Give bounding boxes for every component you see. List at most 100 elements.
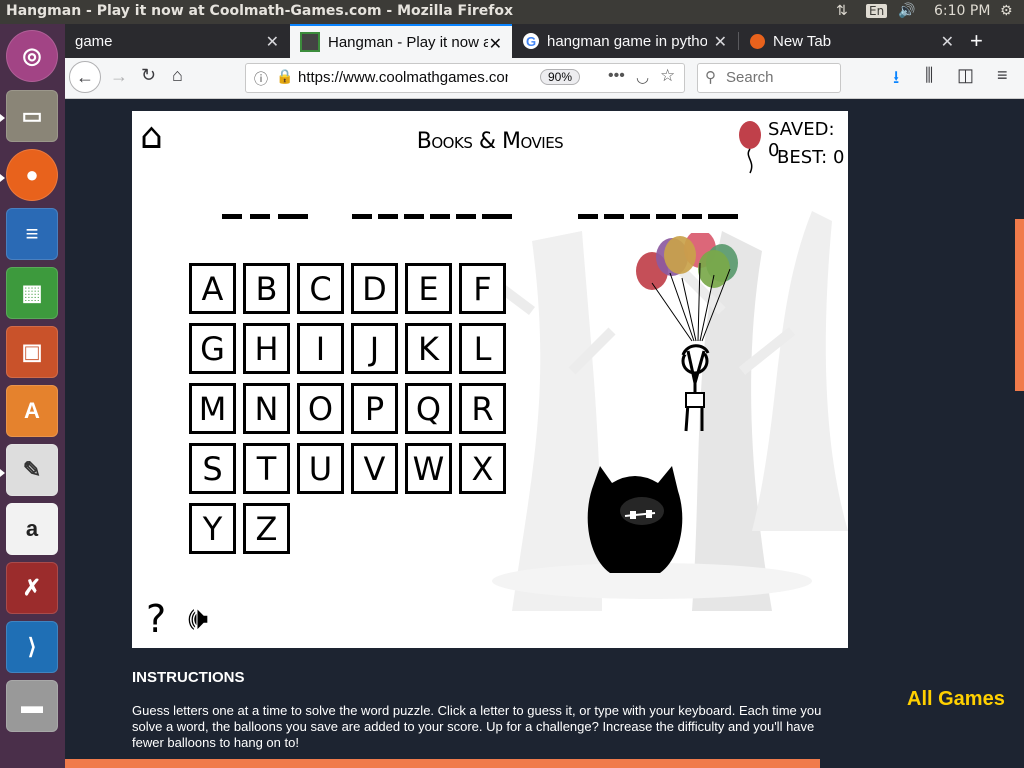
lock-icon[interactable]: 🔒 — [276, 68, 293, 85]
vscode-icon[interactable]: ⟩ — [6, 621, 58, 673]
letter-blank — [250, 214, 270, 219]
letter-key-w[interactable]: W — [405, 443, 452, 494]
letter-key-g[interactable]: G — [189, 323, 236, 374]
firefox-icon[interactable]: ● — [6, 149, 58, 201]
page-actions-icon[interactable]: ••• — [608, 67, 625, 85]
running-indicator — [0, 174, 5, 182]
letter-key-b[interactable]: B — [243, 263, 290, 314]
letter-blank — [404, 214, 424, 219]
home-icon[interactable]: ⌂ — [172, 65, 183, 86]
letter-key-o[interactable]: O — [297, 383, 344, 434]
close-tab-icon[interactable]: ✕ — [266, 32, 279, 52]
tab-label: hangman game in python — [547, 32, 707, 50]
letter-key-h[interactable]: H — [243, 323, 290, 374]
letter-key-m[interactable]: M — [189, 383, 236, 434]
balloon — [664, 236, 696, 274]
power-gear-icon[interactable]: ⚙ — [1000, 3, 1013, 19]
keyboard-layout[interactable]: En — [866, 3, 888, 19]
sound-speaker-icon[interactable]: 🕪 — [188, 599, 208, 638]
letter-blank — [578, 214, 598, 219]
running-indicator — [0, 469, 5, 477]
ubuntu-dash-icon[interactable]: ◎ — [6, 30, 58, 82]
coolmath-favicon-icon — [300, 32, 320, 52]
network-icon[interactable]: ⇅ — [836, 3, 848, 19]
search-placeholder: Search — [726, 69, 774, 86]
reload-icon[interactable]: ↻ — [141, 65, 156, 86]
letter-key-q[interactable]: Q — [405, 383, 452, 434]
instructions-text: Guess letters one at a time to solve the… — [132, 703, 822, 750]
bookmark-star-icon[interactable]: ☆ — [660, 66, 675, 86]
letter-key-j[interactable]: J — [351, 323, 398, 374]
software-center-icon[interactable]: A — [6, 385, 58, 437]
zoom-level-badge[interactable]: 90% — [540, 69, 581, 85]
page-accent-strip — [1015, 219, 1024, 391]
web-page: ⌂ Books & Movies SAVED: 0 BEST: 0 ABCDEF… — [65, 99, 1024, 768]
tab-new-tab[interactable]: New Tab ✕ — [740, 24, 964, 58]
letter-key-n[interactable]: N — [243, 383, 290, 434]
volume-icon[interactable]: 🔊 — [898, 3, 915, 19]
calc-icon[interactable]: ▦ — [6, 267, 58, 319]
letter-key-a[interactable]: A — [189, 263, 236, 314]
letter-key-v[interactable]: V — [351, 443, 398, 494]
letter-key-u[interactable]: U — [297, 443, 344, 494]
letter-key-k[interactable]: K — [405, 323, 452, 374]
letter-key-e[interactable]: E — [405, 263, 452, 314]
google-favicon-icon: G — [523, 33, 539, 49]
letter-key-f[interactable]: F — [459, 263, 506, 314]
letter-key-y[interactable]: Y — [189, 503, 236, 554]
balloon-score-icon — [739, 121, 761, 174]
letter-key-p[interactable]: P — [351, 383, 398, 434]
back-arrow-icon[interactable]: ← — [69, 61, 101, 93]
tab-google-search[interactable]: G hangman game in python ✕ — [513, 24, 737, 58]
game-frame[interactable]: ⌂ Books & Movies SAVED: 0 BEST: 0 ABCDEF… — [132, 111, 848, 648]
sidebar-toggle-icon[interactable]: ◫ — [957, 65, 974, 86]
clock[interactable]: 6:10 PM — [934, 3, 990, 19]
hamburger-menu-icon[interactable]: ≡ — [997, 65, 1008, 86]
info-icon[interactable]: ⓘ — [254, 69, 268, 89]
pocket-icon[interactable]: ◡ — [636, 68, 649, 86]
letter-key-d[interactable]: D — [351, 263, 398, 314]
help-question-icon[interactable]: ? — [146, 597, 166, 641]
all-games-link[interactable]: All Games — [907, 688, 1005, 711]
tab-hangman[interactable]: Hangman - Play it now at Coolmath-Games.… — [290, 24, 512, 58]
search-icon: ⚲ — [705, 69, 716, 86]
letter-key-c[interactable]: C — [297, 263, 344, 314]
drive-icon[interactable]: ▬ — [6, 680, 58, 732]
new-tab-plus-icon[interactable]: + — [970, 24, 994, 58]
letter-key-t[interactable]: T — [243, 443, 290, 494]
files-icon[interactable]: ▭ — [6, 90, 58, 142]
keyboard-layout-label: En — [866, 4, 888, 18]
letter-key-x[interactable]: X — [459, 443, 506, 494]
letter-key-l[interactable]: L — [459, 323, 506, 374]
hanging-character-with-balloons — [636, 233, 738, 432]
letter-blank — [482, 214, 512, 219]
library-icon[interactable]: ⫼ — [925, 65, 933, 86]
writer-icon[interactable]: ≡ — [6, 208, 58, 260]
close-tab-icon[interactable]: ✕ — [489, 34, 502, 54]
search-bar[interactable]: ⚲ Search — [697, 63, 841, 93]
text-editor-icon[interactable]: ✎ — [6, 444, 58, 496]
letter-key-r[interactable]: R — [459, 383, 506, 434]
letter-blank — [278, 214, 308, 219]
letter-key-s[interactable]: S — [189, 443, 236, 494]
letter-blank — [222, 214, 242, 219]
url-text[interactable]: https://www.coolmathgames.com/0-hangman — [298, 69, 508, 86]
amazon-icon[interactable]: a — [6, 503, 58, 555]
best-counter: BEST: 0 — [777, 147, 845, 168]
page-accent-bottom — [65, 759, 820, 768]
settings-icon[interactable]: ✗ — [6, 562, 58, 614]
impress-icon[interactable]: ▣ — [6, 326, 58, 378]
close-tab-icon[interactable]: ✕ — [941, 32, 954, 52]
downloads-icon[interactable]: ⭳ — [893, 65, 899, 95]
forward-arrow-icon[interactable]: → — [110, 66, 128, 87]
url-bar[interactable]: ⓘ 🔒 https://www.coolmathgames.com/0-hang… — [245, 63, 685, 93]
navigation-toolbar: ← → ↻ ⌂ ⓘ 🔒 https://www.coolmathgames.co… — [65, 58, 1024, 99]
window-title: Hangman - Play it now at Coolmath-Games.… — [6, 3, 514, 19]
tab-label: game — [75, 32, 113, 50]
letter-blank — [378, 214, 398, 219]
letter-key-z[interactable]: Z — [243, 503, 290, 554]
close-tab-icon[interactable]: ✕ — [714, 32, 727, 52]
tab-game[interactable]: game ✕ — [65, 24, 289, 58]
firefox-favicon-icon — [750, 33, 765, 49]
letter-key-i[interactable]: I — [297, 323, 344, 374]
